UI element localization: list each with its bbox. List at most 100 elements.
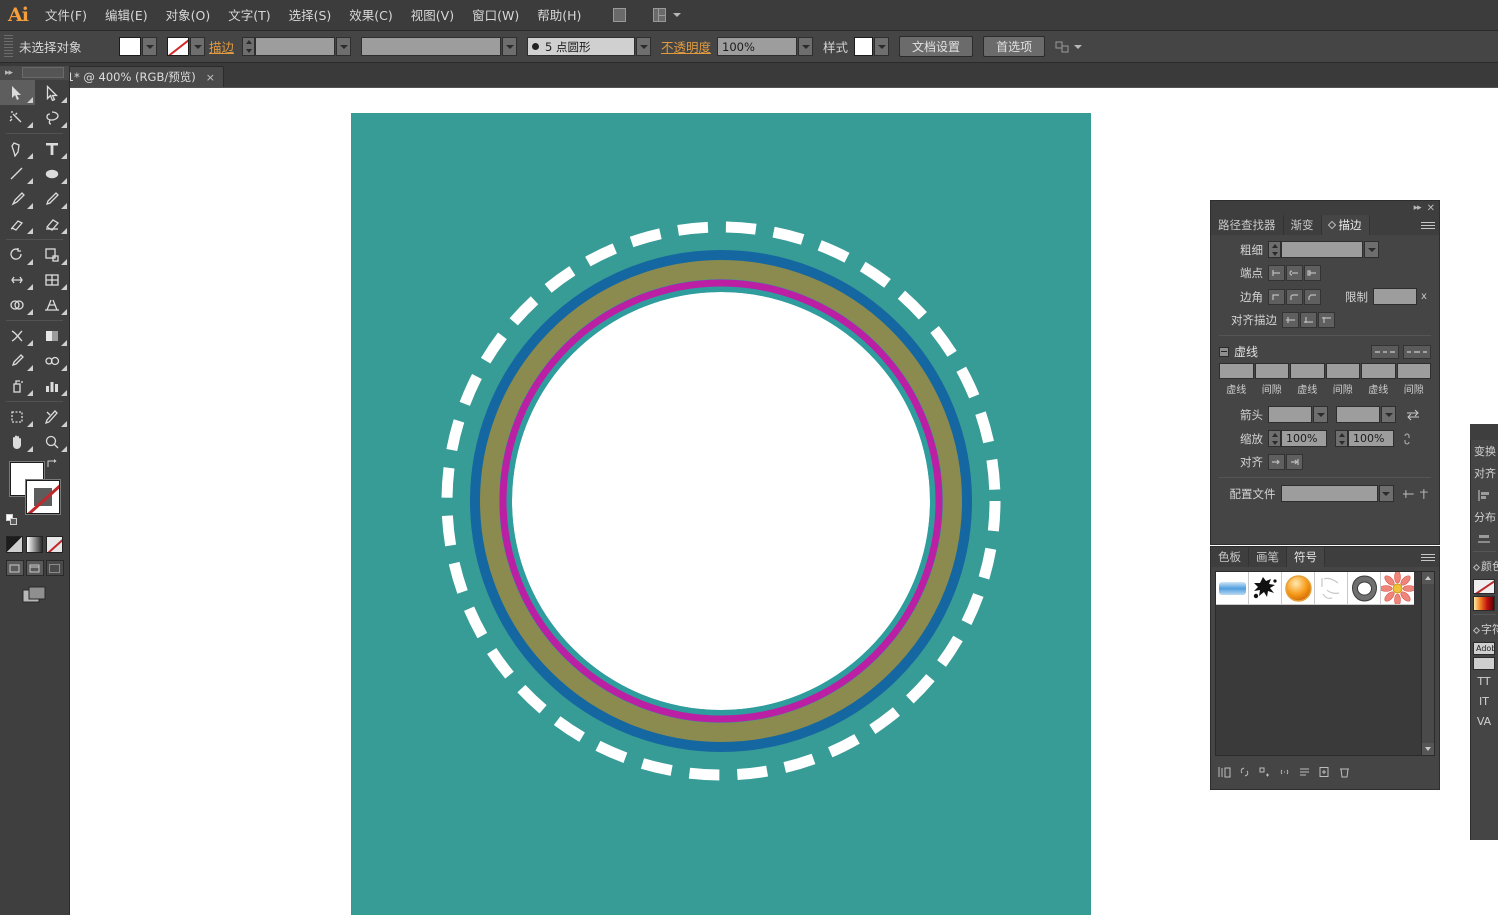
- default-fill-stroke-icon[interactable]: [6, 514, 20, 528]
- menu-item-view[interactable]: 视图(V): [402, 0, 463, 31]
- blend-tool[interactable]: [35, 348, 70, 373]
- scroll-up-icon[interactable]: [1422, 572, 1434, 584]
- dash-field-6[interactable]: [1396, 363, 1431, 379]
- fill-swatch[interactable]: [119, 37, 141, 56]
- stroke-weight-input[interactable]: [255, 37, 336, 56]
- selection-tool[interactable]: [0, 80, 35, 105]
- menu-item-object[interactable]: 对象(O): [157, 0, 220, 31]
- screen-mode-fullscreen[interactable]: [45, 560, 64, 576]
- round-cap-button[interactable]: [1286, 265, 1303, 281]
- symbol-libraries-icon[interactable]: [1217, 765, 1232, 779]
- scale-start-input[interactable]: 100%: [1281, 430, 1327, 447]
- magic-wand-tool[interactable]: [0, 105, 35, 130]
- screen-mode-normal[interactable]: [5, 560, 24, 576]
- tab-symbols[interactable]: 符号: [1287, 547, 1325, 567]
- symbol-white-scribble[interactable]: [1315, 572, 1348, 605]
- graphic-style-chevron-icon[interactable]: [874, 37, 890, 56]
- rotate-tool[interactable]: [0, 242, 35, 267]
- direct-selection-tool[interactable]: [35, 80, 70, 105]
- type-tool[interactable]: [35, 136, 70, 161]
- align-stroke-outside-button[interactable]: [1318, 312, 1335, 328]
- opacity-chevron-icon[interactable]: [798, 37, 814, 56]
- menu-item-select[interactable]: 选择(S): [280, 0, 341, 31]
- lasso-tool[interactable]: [35, 105, 70, 130]
- dash-field-4[interactable]: [1325, 363, 1360, 379]
- artboard[interactable]: [351, 113, 1091, 915]
- align-stroke-center-button[interactable]: [1282, 312, 1299, 328]
- italic-icon[interactable]: IT: [1473, 692, 1495, 710]
- brush-definition-chevron-icon[interactable]: [636, 37, 652, 56]
- tab-swatches[interactable]: 色板: [1211, 547, 1249, 567]
- bridge-icon[interactable]: [608, 5, 630, 25]
- ellipse-tool[interactable]: [35, 161, 70, 186]
- close-icon[interactable]: ✕: [1427, 203, 1435, 214]
- scale-tool[interactable]: [35, 242, 70, 267]
- menu-item-file[interactable]: 文件(F): [36, 0, 96, 31]
- select-similar-chevron-icon[interactable]: [1074, 44, 1083, 49]
- symbol-pink-flower[interactable]: [1381, 572, 1414, 605]
- perspective-grid-tool[interactable]: [35, 292, 70, 317]
- document-setup-button[interactable]: 文档设置: [899, 36, 974, 57]
- dock-tab-character[interactable]: 字符: [1471, 618, 1498, 640]
- weight-chevron-icon[interactable]: [1364, 241, 1379, 258]
- stroke-weight-stepper[interactable]: [242, 37, 256, 56]
- dock-tab-align[interactable]: 对齐: [1471, 462, 1498, 484]
- dock-tab-distribute[interactable]: 分布: [1471, 506, 1498, 528]
- color-mode-solid[interactable]: [6, 536, 23, 553]
- paintbrush-tool[interactable]: [0, 186, 35, 211]
- bevel-join-button[interactable]: [1304, 288, 1321, 305]
- arrange-documents-icon[interactable]: [648, 5, 670, 25]
- scale-end-input[interactable]: 100%: [1348, 430, 1394, 447]
- place-symbol-instance-icon[interactable]: [1257, 765, 1272, 779]
- stroke-panel-titlebar[interactable]: ▸▸ ✕: [1211, 201, 1439, 215]
- change-screen-mode-group[interactable]: [0, 585, 69, 605]
- symbol-sprayer-tool[interactable]: [0, 373, 35, 398]
- eyedropper-tool[interactable]: [0, 348, 35, 373]
- opacity-label-link[interactable]: 不透明度: [661, 37, 711, 56]
- panel-menu-icon[interactable]: [1421, 219, 1435, 231]
- delete-symbol-icon[interactable]: [1337, 765, 1352, 779]
- align-stroke-inside-button[interactable]: [1300, 312, 1317, 328]
- menu-item-window[interactable]: 窗口(W): [463, 0, 528, 31]
- link-to-library-icon[interactable]: [1237, 765, 1252, 779]
- pen-tool[interactable]: [0, 136, 35, 161]
- control-bar-grip[interactable]: [4, 34, 13, 59]
- weight-stepper[interactable]: [1268, 241, 1281, 258]
- butt-cap-button[interactable]: [1268, 265, 1285, 281]
- dash-adjust-corners-button[interactable]: [1403, 344, 1431, 359]
- tools-panel-tab-stub[interactable]: [22, 67, 64, 78]
- stroke-profile-input[interactable]: [361, 37, 502, 56]
- zoom-tool[interactable]: [35, 429, 70, 454]
- change-screen-mode-icon[interactable]: [22, 585, 48, 605]
- stroke-color-swatch[interactable]: [26, 480, 60, 514]
- symbol-gray-wreath[interactable]: [1348, 572, 1381, 605]
- slice-tool[interactable]: [35, 404, 70, 429]
- dock-tab-color[interactable]: 颜色: [1471, 555, 1498, 577]
- graphic-style-swatch[interactable]: [854, 37, 874, 56]
- scroll-down-icon[interactable]: [1422, 743, 1434, 755]
- place-arrow-at-end-button[interactable]: [1286, 454, 1303, 470]
- swap-fill-stroke-icon[interactable]: [46, 458, 58, 470]
- shape-builder-tool[interactable]: [0, 292, 35, 317]
- flip-across-icon[interactable]: [1418, 488, 1431, 500]
- opacity-input[interactable]: 100%: [717, 37, 798, 56]
- swap-arrows-icon[interactable]: [1406, 409, 1420, 421]
- menu-item-effect[interactable]: 效果(C): [340, 0, 401, 31]
- miter-join-button[interactable]: [1268, 288, 1285, 305]
- select-similar-objects-group[interactable]: [1055, 40, 1083, 54]
- limit-input[interactable]: [1373, 288, 1417, 305]
- eraser-tool[interactable]: [35, 211, 70, 236]
- dash-preserve-exact-button[interactable]: [1371, 344, 1399, 359]
- screen-mode-fullscreen-menu[interactable]: [25, 560, 44, 576]
- collapse-panel-icon[interactable]: ▸▸: [5, 68, 13, 78]
- stroke-swatch-group[interactable]: [167, 37, 205, 56]
- dash-field-3[interactable]: [1290, 363, 1325, 379]
- tools-panel-header[interactable]: ▸▸: [0, 66, 69, 80]
- symbol-options-icon[interactable]: [1297, 765, 1312, 779]
- fill-swatch-group[interactable]: [119, 37, 157, 56]
- stroke-label-link[interactable]: 描边: [209, 37, 234, 56]
- tab-pathfinder[interactable]: 路径查找器: [1211, 215, 1284, 235]
- link-scale-icon[interactable]: [1402, 432, 1412, 446]
- preferences-button[interactable]: 首选项: [983, 36, 1046, 57]
- stroke-weight-chevron-icon[interactable]: [336, 37, 352, 56]
